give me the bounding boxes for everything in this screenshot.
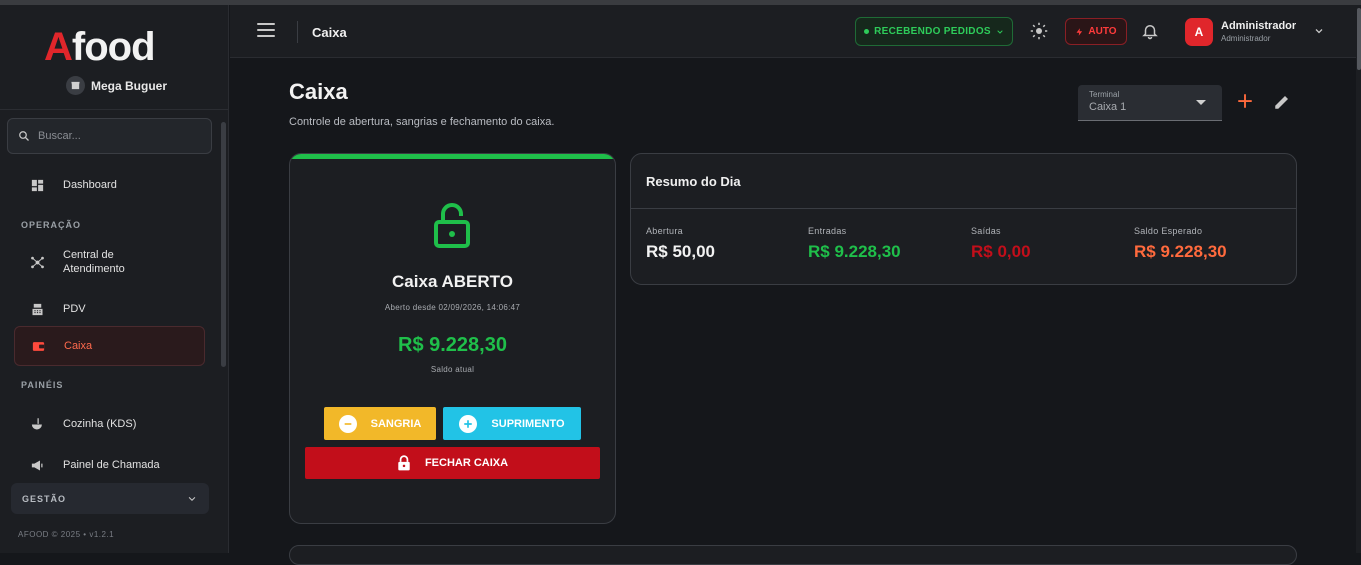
stat-entradas: Entradas R$ 9.228,30: [808, 226, 901, 262]
edit-pencil-icon[interactable]: [1273, 93, 1291, 111]
dropdown-caret-icon: [1196, 100, 1206, 105]
suprimento-button[interactable]: SUPRIMENTO: [443, 407, 581, 440]
sidebar-item-label: Cozinha (KDS): [63, 418, 137, 430]
status-dot-icon: [864, 29, 870, 34]
megaphone-icon: [31, 460, 43, 470]
order-status-label: RECEBENDO PEDIDOS: [874, 26, 991, 37]
minus-circle-icon: [338, 414, 357, 433]
theme-toggle-sun-icon[interactable]: [1030, 22, 1048, 40]
stat-label: Abertura: [646, 226, 683, 236]
stat-value: R$ 50,00: [646, 242, 715, 261]
user-avatar[interactable]: A: [1185, 18, 1213, 46]
stat-value: R$ 0,00: [971, 242, 1031, 261]
store-icon: [66, 76, 85, 95]
page-subtitle: Controle de abertura, sangrias e fechame…: [289, 116, 555, 128]
afood-logo[interactable]: Afood: [44, 27, 188, 67]
sidebar-scrollbar[interactable]: [221, 122, 226, 367]
caixa-opened-since: Aberto desde 02/09/2026, 14:06:47: [384, 303, 521, 312]
sidebar-divider: [0, 109, 228, 110]
sidebar-item-painel-chamada[interactable]: Painel de Chamada: [14, 451, 205, 479]
terminal-label: Terminal: [1089, 90, 1120, 99]
wallet-icon: [32, 341, 45, 351]
next-card-partial: [289, 545, 1297, 565]
sangria-button[interactable]: SANGRIA: [324, 407, 436, 440]
hub-icon: [31, 256, 44, 268]
notifications-bell-icon[interactable]: [1141, 22, 1159, 40]
stat-label: Saldo Esperado: [1134, 226, 1203, 236]
caixa-status-title: Caixa ABERTO: [392, 272, 513, 291]
stat-label: Entradas: [808, 226, 847, 236]
menu-toggle-button[interactable]: [257, 23, 275, 39]
auto-mode-button[interactable]: AUTO: [1065, 18, 1127, 45]
fechar-caixa-button[interactable]: FECHAR CAIXA: [305, 447, 600, 479]
status-accent-bar: [290, 154, 615, 159]
caixa-balance-label: Saldo atual: [430, 365, 475, 374]
stat-saldo-esperado: Saldo Esperado R$ 9.228,30: [1134, 226, 1227, 262]
plus-circle-icon: [459, 414, 478, 433]
terminal-select[interactable]: Terminal Caixa 1: [1078, 85, 1222, 121]
sidebar-item-label: Caixa: [64, 340, 93, 352]
stat-saidas: Saídas R$ 0,00: [971, 226, 1031, 262]
stat-label: Saídas: [971, 226, 1001, 236]
stat-value: R$ 9.228,30: [808, 242, 901, 261]
chevron-down-icon: [997, 29, 1003, 34]
suprimento-label: SUPRIMENTO: [491, 417, 565, 430]
resumo-dia-card: Resumo do Dia Abertura R$ 50,00 Entradas…: [630, 153, 1297, 285]
sidebar-item-dashboard[interactable]: Dashboard: [14, 171, 205, 199]
topbar: Caixa RECEBENDO PEDIDOS AUTO A Administr…: [230, 5, 1356, 58]
user-role: Administrador: [1221, 34, 1271, 43]
sidebar: Afood Mega Buguer Dashboard OPERAÇÃO Cen…: [0, 5, 229, 553]
sidebar-item-label: Dashboard: [63, 179, 117, 191]
terminal-value: Caixa 1: [1089, 101, 1127, 113]
kitchen-icon: [31, 417, 42, 429]
search-input[interactable]: [38, 130, 198, 142]
topbar-title: Caixa: [312, 25, 347, 40]
sidebar-item-label: PDV: [63, 303, 86, 315]
cash-register-icon: [32, 303, 43, 315]
user-name[interactable]: Administrador: [1221, 20, 1296, 32]
add-terminal-plus-icon[interactable]: [1236, 92, 1254, 110]
resumo-title: Resumo do Dia: [646, 174, 741, 189]
page-scrollbar-thumb[interactable]: [1357, 8, 1361, 70]
store-name: Mega Buguer: [91, 78, 168, 93]
section-gestao-toggle[interactable]: GESTÃO: [11, 483, 209, 514]
page-scrollbar-track[interactable]: [1356, 5, 1361, 553]
resumo-divider: [631, 208, 1296, 209]
dashboard-icon: [31, 179, 44, 191]
sidebar-item-central-atendimento[interactable]: Central de Atendimento: [14, 247, 205, 277]
stat-abertura: Abertura R$ 50,00: [646, 226, 715, 262]
logo-text-food: food: [71, 25, 156, 69]
search-box[interactable]: [7, 118, 212, 154]
search-icon: [19, 131, 29, 141]
user-menu-chevron-icon[interactable]: [1313, 25, 1325, 37]
lock-icon: [398, 455, 410, 471]
section-gestao-label: GESTÃO: [22, 493, 67, 504]
caixa-status-card: Caixa ABERTO Aberto desde 02/09/2026, 14…: [289, 153, 616, 524]
sangria-label: SANGRIA: [370, 417, 422, 430]
chevron-down-icon: [188, 496, 196, 501]
page-title: Caixa: [289, 79, 348, 104]
section-paineis: PAINÉIS: [21, 380, 64, 390]
topbar-separator: [297, 21, 298, 43]
fechar-caixa-label: FECHAR CAIXA: [424, 457, 509, 469]
auto-label: AUTO: [1088, 26, 1117, 37]
lock-open-icon: [434, 203, 470, 248]
footer-version: AFOOD © 2025 • v1.2.1: [18, 530, 115, 539]
bolt-icon: [1076, 27, 1083, 36]
sidebar-item-pdv[interactable]: PDV: [14, 295, 205, 323]
sidebar-item-caixa[interactable]: Caixa: [14, 326, 205, 366]
logo-letter-a: A: [44, 25, 73, 69]
store-selector[interactable]: Mega Buguer: [66, 76, 167, 95]
caixa-current-balance: R$ 9.228,30: [398, 334, 507, 356]
stat-value: R$ 9.228,30: [1134, 242, 1227, 261]
sidebar-item-label: Painel de Chamada: [63, 459, 160, 471]
order-status-button[interactable]: RECEBENDO PEDIDOS: [855, 17, 1013, 46]
section-operacao: OPERAÇÃO: [21, 220, 82, 230]
sidebar-item-cozinha[interactable]: Cozinha (KDS): [14, 410, 205, 438]
sidebar-item-label: Central de Atendimento: [63, 249, 125, 275]
